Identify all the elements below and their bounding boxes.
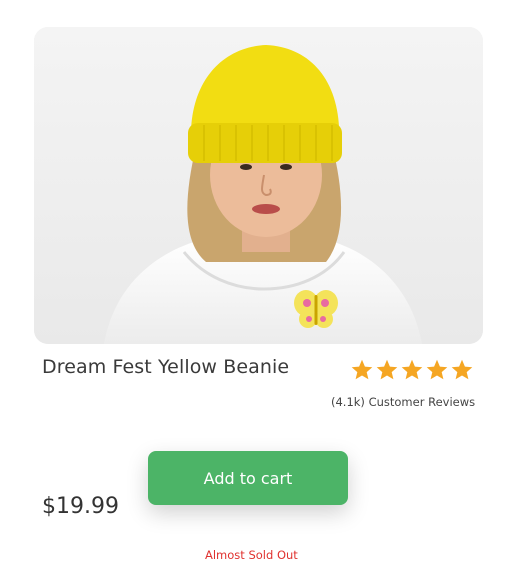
- rating-stars: [350, 358, 474, 382]
- product-image: [34, 27, 483, 344]
- add-to-cart-button[interactable]: Add to cart: [148, 451, 348, 505]
- star-icon: [451, 359, 473, 380]
- stock-status: Almost Sold Out: [205, 548, 298, 562]
- product-photo: [34, 27, 483, 344]
- product-title: Dream Fest Yellow Beanie: [42, 356, 290, 378]
- star-icon: [426, 359, 448, 380]
- star-icon: [351, 359, 373, 380]
- product-price: $19.99: [42, 494, 119, 519]
- customer-reviews-link[interactable]: (4.1k) Customer Reviews: [331, 395, 475, 409]
- star-icon: [376, 359, 398, 380]
- star-icon: [401, 359, 423, 380]
